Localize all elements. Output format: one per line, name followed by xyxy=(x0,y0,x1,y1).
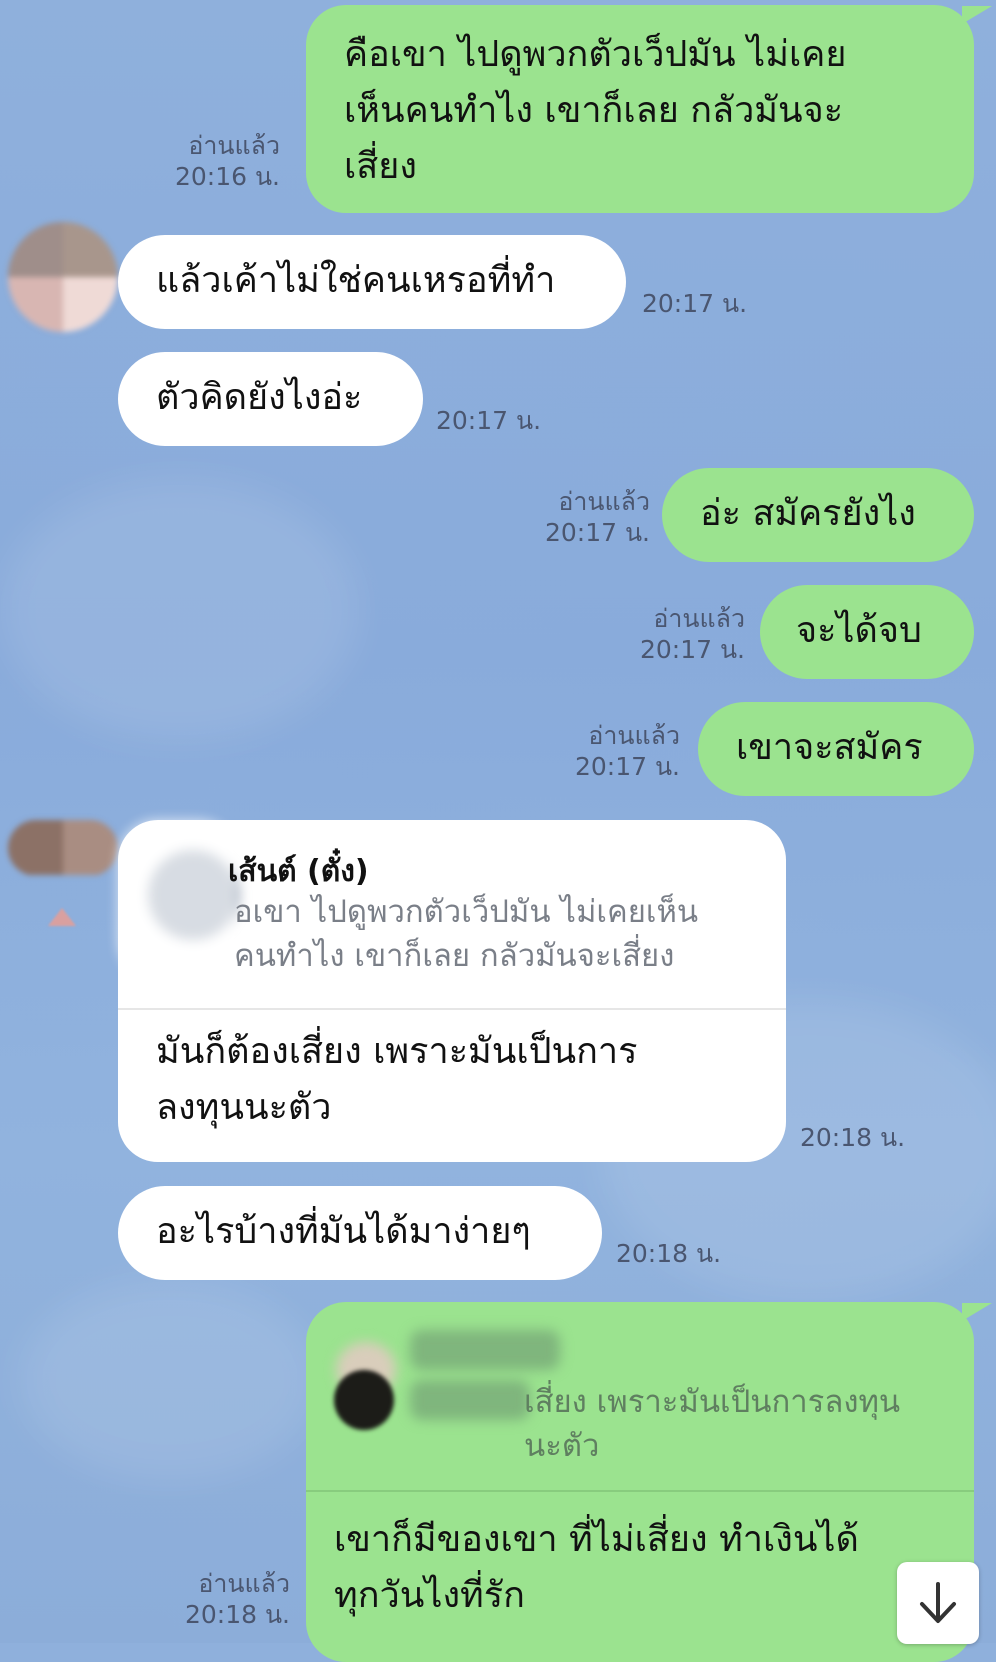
blur-overlay xyxy=(118,820,238,980)
message-bubble-outgoing[interactable]: คือเขา ไปดูพวกตัวเว็ปมัน ไม่เคย เห็นคนทำ… xyxy=(306,5,974,213)
read-receipt: อ่านแล้ว xyxy=(588,721,680,750)
message-time: 20:17 น. xyxy=(574,752,680,781)
message-bubble-incoming[interactable]: ตัวคิดยังไงอ่ะ xyxy=(118,352,423,446)
reply-divider xyxy=(306,1490,974,1492)
message-text: เขาจะสมัคร xyxy=(736,727,923,768)
message-bubble-outgoing-reply[interactable]: เสี่ยง เพราะมันเป็นการลงทุน นะตัว เขาก็ม… xyxy=(306,1302,974,1662)
background-cloud xyxy=(0,480,360,740)
read-receipt: อ่านแล้ว xyxy=(653,604,745,633)
message-status: อ่านแล้ว 20:16 น. xyxy=(160,130,280,192)
read-receipt: อ่านแล้ว xyxy=(198,1569,290,1598)
message-time: 20:16 น. xyxy=(174,162,280,191)
bubble-tail xyxy=(962,6,992,24)
message-time: 20:17 น. xyxy=(436,406,542,435)
message-text: เขาก็มีของเขา ที่ไม่เสี่ยง ทำเงินได้ ทุก… xyxy=(334,1519,859,1616)
scroll-to-bottom-button[interactable] xyxy=(897,1562,979,1644)
message-status: อ่านแล้ว 20:18 น. xyxy=(160,1568,290,1630)
message-time: 20:18 น. xyxy=(800,1123,906,1152)
contact-avatar[interactable] xyxy=(8,820,118,876)
message-status: อ่านแล้ว 20:17 น. xyxy=(625,603,745,665)
message-status: อ่านแล้ว 20:17 น. xyxy=(530,486,650,548)
message-text: มันก็ต้องเสี่ยง เพราะมันเป็นการ ลงทุนนะต… xyxy=(156,1031,638,1128)
message-time: 20:17 น. xyxy=(639,635,745,664)
message-bubble-outgoing[interactable]: อ่ะ สมัครยังไง xyxy=(662,468,974,562)
message-bubble-incoming-reply[interactable]: เส้นต์ (ตั๋ง) อเขา ไปดูพวกตัวเว็ปมัน ไม่… xyxy=(118,820,786,1162)
reply-quote-text: อเขา ไปดูพวกตัวเว็ปมัน ไม่เคยเห็น คนทำไง… xyxy=(234,894,699,974)
message-time: 20:18 น. xyxy=(184,1600,290,1629)
background-cloud xyxy=(20,1280,320,1480)
contact-avatar[interactable] xyxy=(8,222,118,332)
message-bubble-outgoing[interactable]: จะได้จบ xyxy=(760,585,974,679)
message-bubble-incoming[interactable]: อะไรบ้างที่มันได้มาง่ายๆ xyxy=(118,1186,602,1280)
message-bubble-outgoing[interactable]: เขาจะสมัคร xyxy=(698,702,974,796)
avatar-fragment xyxy=(48,908,76,926)
reply-divider xyxy=(118,1008,786,1010)
read-receipt: อ่านแล้ว xyxy=(188,131,280,160)
message-text: ตัวคิดยังไงอ่ะ xyxy=(156,377,363,418)
message-text: อะไรบ้างที่มันได้มาง่ายๆ xyxy=(156,1211,531,1252)
reply-sender-name-blurred xyxy=(410,1330,560,1370)
message-status: อ่านแล้ว 20:17 น. xyxy=(560,720,680,782)
message-text: คือเขา ไปดูพวกตัวเว็ปมัน ไม่เคย เห็นคนทำ… xyxy=(344,34,847,187)
message-time: 20:17 น. xyxy=(642,289,748,318)
reply-quote-blurred xyxy=(410,1380,530,1420)
message-text: อ่ะ สมัครยังไง xyxy=(700,493,916,534)
read-receipt: อ่านแล้ว xyxy=(558,487,650,516)
message-text: แล้วเค้าไม่ใช่คนเหรอที่ทำ xyxy=(156,260,556,301)
message-text: จะได้จบ xyxy=(796,610,922,651)
message-time: 20:18 น. xyxy=(616,1239,722,1268)
reply-thumbnail xyxy=(334,1370,394,1430)
arrow-down-icon xyxy=(920,1582,956,1623)
message-time: 20:17 น. xyxy=(544,518,650,547)
bubble-tail xyxy=(962,1303,992,1321)
message-bubble-incoming[interactable]: แล้วเค้าไม่ใช่คนเหรอที่ทำ xyxy=(118,235,626,329)
reply-quote-text: เสี่ยง เพราะมันเป็นการลงทุน นะตัว xyxy=(524,1384,901,1464)
